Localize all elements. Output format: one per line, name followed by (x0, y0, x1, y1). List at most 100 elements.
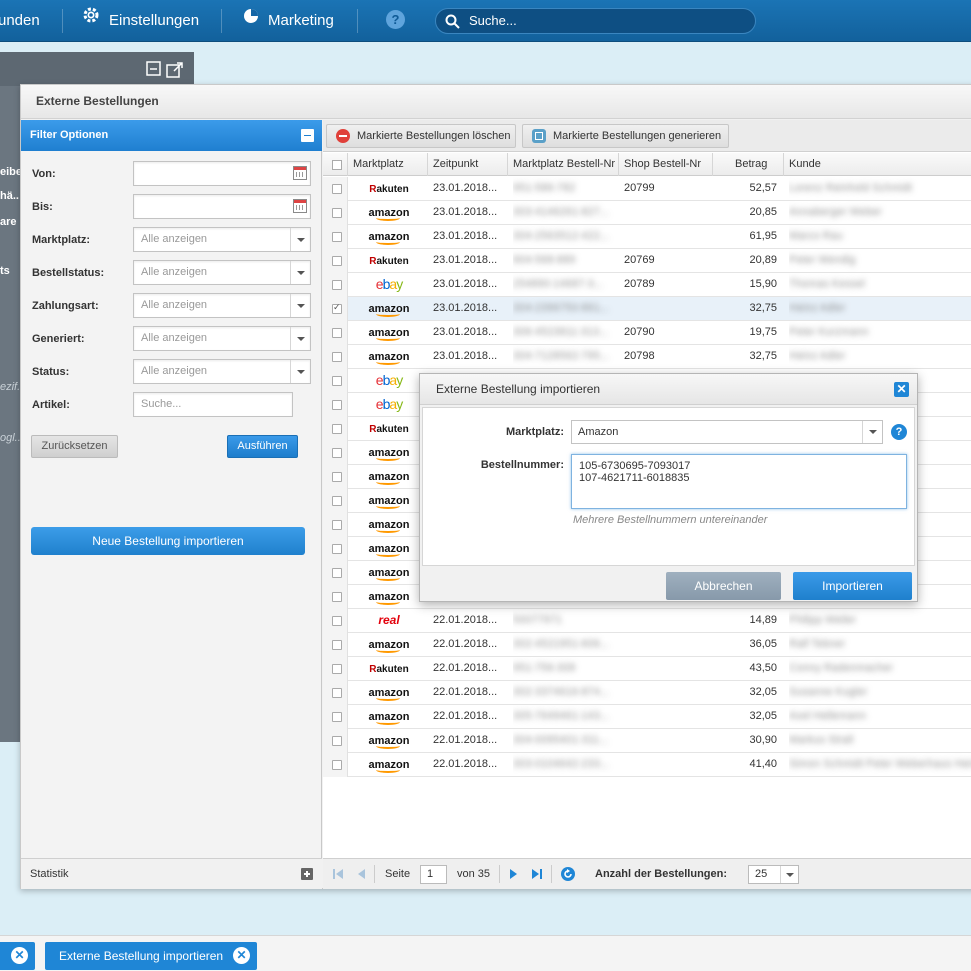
column-header[interactable]: Marktplatz (348, 153, 428, 176)
checkbox[interactable] (332, 160, 342, 170)
row-checkbox[interactable] (332, 400, 342, 410)
table-row[interactable]: real 22.01.2018... 50077971 14,89 Philipp We… (323, 609, 971, 633)
column-header[interactable]: Marktplatz Bestell-Nr (508, 153, 619, 176)
table-row[interactable]: Rakuten 23.01.2018... 904-568-889 20769 20,8… (323, 249, 971, 273)
row-checkbox[interactable] (332, 184, 342, 194)
row-checkbox[interactable] (332, 448, 342, 458)
chevron-down-icon[interactable] (290, 327, 310, 350)
refresh-icon[interactable] (560, 859, 576, 889)
table-row[interactable]: amazon 22.01.2018... 305-7649461-143... 32,… (323, 705, 971, 729)
minimize-icon[interactable] (146, 61, 162, 77)
chevron-down-icon[interactable] (290, 261, 310, 284)
row-checkbox[interactable] (332, 544, 342, 554)
nav-item-marketing[interactable]: Marketing (243, 0, 334, 42)
help-icon[interactable]: ? (891, 424, 907, 440)
row-checkbox[interactable] (332, 640, 342, 650)
calendar-icon[interactable] (293, 199, 307, 213)
nav-item-einstellungen[interactable]: Einstellungen (82, 0, 199, 42)
row-checkbox[interactable] (332, 688, 342, 698)
chevron-down-icon[interactable] (780, 866, 798, 883)
table-row[interactable]: amazon 22.01.2018... 303-0104642-233... 41,… (323, 753, 971, 777)
row-checkbox[interactable] (332, 592, 342, 602)
expand-icon[interactable] (301, 868, 313, 880)
calendar-icon[interactable] (293, 166, 307, 180)
table-row[interactable]: ebay 23.01.2018... 254890-14687-3... 20789 1… (323, 273, 971, 297)
bestellnummer-textarea[interactable]: 105-6730695-7093017 107-4621711-6018835 (571, 454, 907, 509)
row-checkbox[interactable] (332, 472, 342, 482)
cell-kunde: Peter Wendig (789, 254, 856, 266)
row-checkbox[interactable] (332, 208, 342, 218)
row-checkbox[interactable] (332, 736, 342, 746)
task-tab[interactable]: ✕ (0, 942, 35, 970)
header-select-all[interactable] (323, 153, 348, 176)
page-number-input[interactable]: 1 (420, 865, 447, 884)
column-header[interactable]: Zeitpunkt (428, 153, 508, 176)
table-row[interactable]: amazon 23.01.2018... 304-2563512-422... 61,… (323, 225, 971, 249)
row-checkbox[interactable] (332, 664, 342, 674)
external-link-icon[interactable] (166, 61, 183, 78)
amazon-logo: amazon (349, 585, 429, 609)
task-tab-import[interactable]: Externe Bestellung importieren ✕ (45, 942, 257, 970)
table-row[interactable]: amazon 22.01.2018... 302-3374616-874... 32,… (323, 681, 971, 705)
import-button[interactable]: Importieren (793, 572, 912, 600)
artikel-search-input[interactable]: Suche... (133, 392, 293, 417)
last-page-icon[interactable] (531, 859, 543, 889)
reset-button[interactable]: Zurücksetzen (31, 435, 118, 458)
generate-marked-button[interactable]: Markierte Bestellungen generieren (522, 124, 729, 148)
next-page-icon[interactable] (509, 859, 519, 889)
import-order-button[interactable]: Neue Bestellung importieren (31, 527, 305, 555)
chevron-down-icon[interactable] (290, 228, 310, 251)
amazon-logo: amazon (349, 489, 429, 513)
row-checkbox[interactable] (332, 712, 342, 722)
row-checkbox[interactable] (332, 496, 342, 506)
previous-page-icon[interactable] (356, 859, 366, 889)
column-header[interactable]: Kunde (784, 153, 971, 176)
close-icon[interactable]: ✕ (894, 382, 909, 397)
table-row[interactable]: amazon 22.01.2018... 304-0095401-311... 30,… (323, 729, 971, 753)
marktplatz-select[interactable]: Alle anzeigen (133, 227, 311, 252)
row-checkbox[interactable] (332, 616, 342, 626)
status-select[interactable]: Alle anzeigen (133, 359, 311, 384)
table-row[interactable]: Rakuten 23.01.2018... 951-586-782 20799 52,5… (323, 177, 971, 201)
row-checkbox[interactable] (332, 256, 342, 266)
row-checkbox[interactable] (332, 568, 342, 578)
column-header[interactable]: Shop Bestell-Nr (619, 153, 713, 176)
nav-help-button[interactable]: ? (386, 0, 405, 42)
nav-item-kunden[interactable]: unden (0, 0, 40, 42)
row-checkbox[interactable] (332, 376, 342, 386)
row-checkbox[interactable] (332, 328, 342, 338)
bis-date-field[interactable] (133, 194, 311, 219)
table-row[interactable]: amazon 23.01.2018... 303-4146261-827... 20,… (323, 201, 971, 225)
row-checkbox[interactable] (332, 760, 342, 770)
row-checkbox[interactable] (332, 280, 342, 290)
delete-marked-button[interactable]: Markierte Bestellungen löschen (326, 124, 516, 148)
von-date-field[interactable] (133, 161, 311, 186)
chevron-down-icon[interactable] (862, 421, 882, 443)
row-checkbox[interactable] (332, 232, 342, 242)
first-page-icon[interactable] (332, 859, 344, 889)
table-row[interactable]: Rakuten 22.01.2018... 951-756-308 43,50 Conn… (323, 657, 971, 681)
run-button[interactable]: Ausführen (227, 435, 298, 458)
statistik-panel[interactable]: Statistik (21, 858, 322, 889)
row-checkbox[interactable] (332, 520, 342, 530)
zahlungsart-select[interactable]: Alle anzeigen (133, 293, 311, 318)
table-row[interactable]: amazon 22.01.2018... 302-4521951-606... 36,… (323, 633, 971, 657)
table-row[interactable]: amazon 23.01.2018... 306-4523811-313... 207… (323, 321, 971, 345)
column-header[interactable]: Betrag (713, 153, 784, 176)
chevron-down-icon[interactable] (290, 360, 310, 383)
chevron-down-icon[interactable] (290, 294, 310, 317)
marktplatz-dialog-select[interactable]: Amazon (571, 420, 883, 444)
cancel-button[interactable]: Abbrechen (666, 572, 781, 600)
page-size-select[interactable]: 25 (748, 865, 799, 884)
table-row[interactable]: amazon 23.01.2018... 304-2396750-861... 32,… (323, 297, 971, 321)
collapse-icon[interactable] (301, 129, 314, 142)
close-icon[interactable]: ✕ (11, 947, 28, 964)
close-icon[interactable]: ✕ (233, 947, 250, 964)
search-input[interactable]: Suche... (435, 8, 756, 34)
bestellstatus-select[interactable]: Alle anzeigen (133, 260, 311, 285)
row-checkbox[interactable] (332, 424, 342, 434)
row-checkbox[interactable] (332, 352, 342, 362)
generiert-select[interactable]: Alle anzeigen (133, 326, 311, 351)
table-row[interactable]: amazon 23.01.2018... 304-7128562-795... 207… (323, 345, 971, 369)
row-checkbox[interactable] (332, 302, 342, 314)
